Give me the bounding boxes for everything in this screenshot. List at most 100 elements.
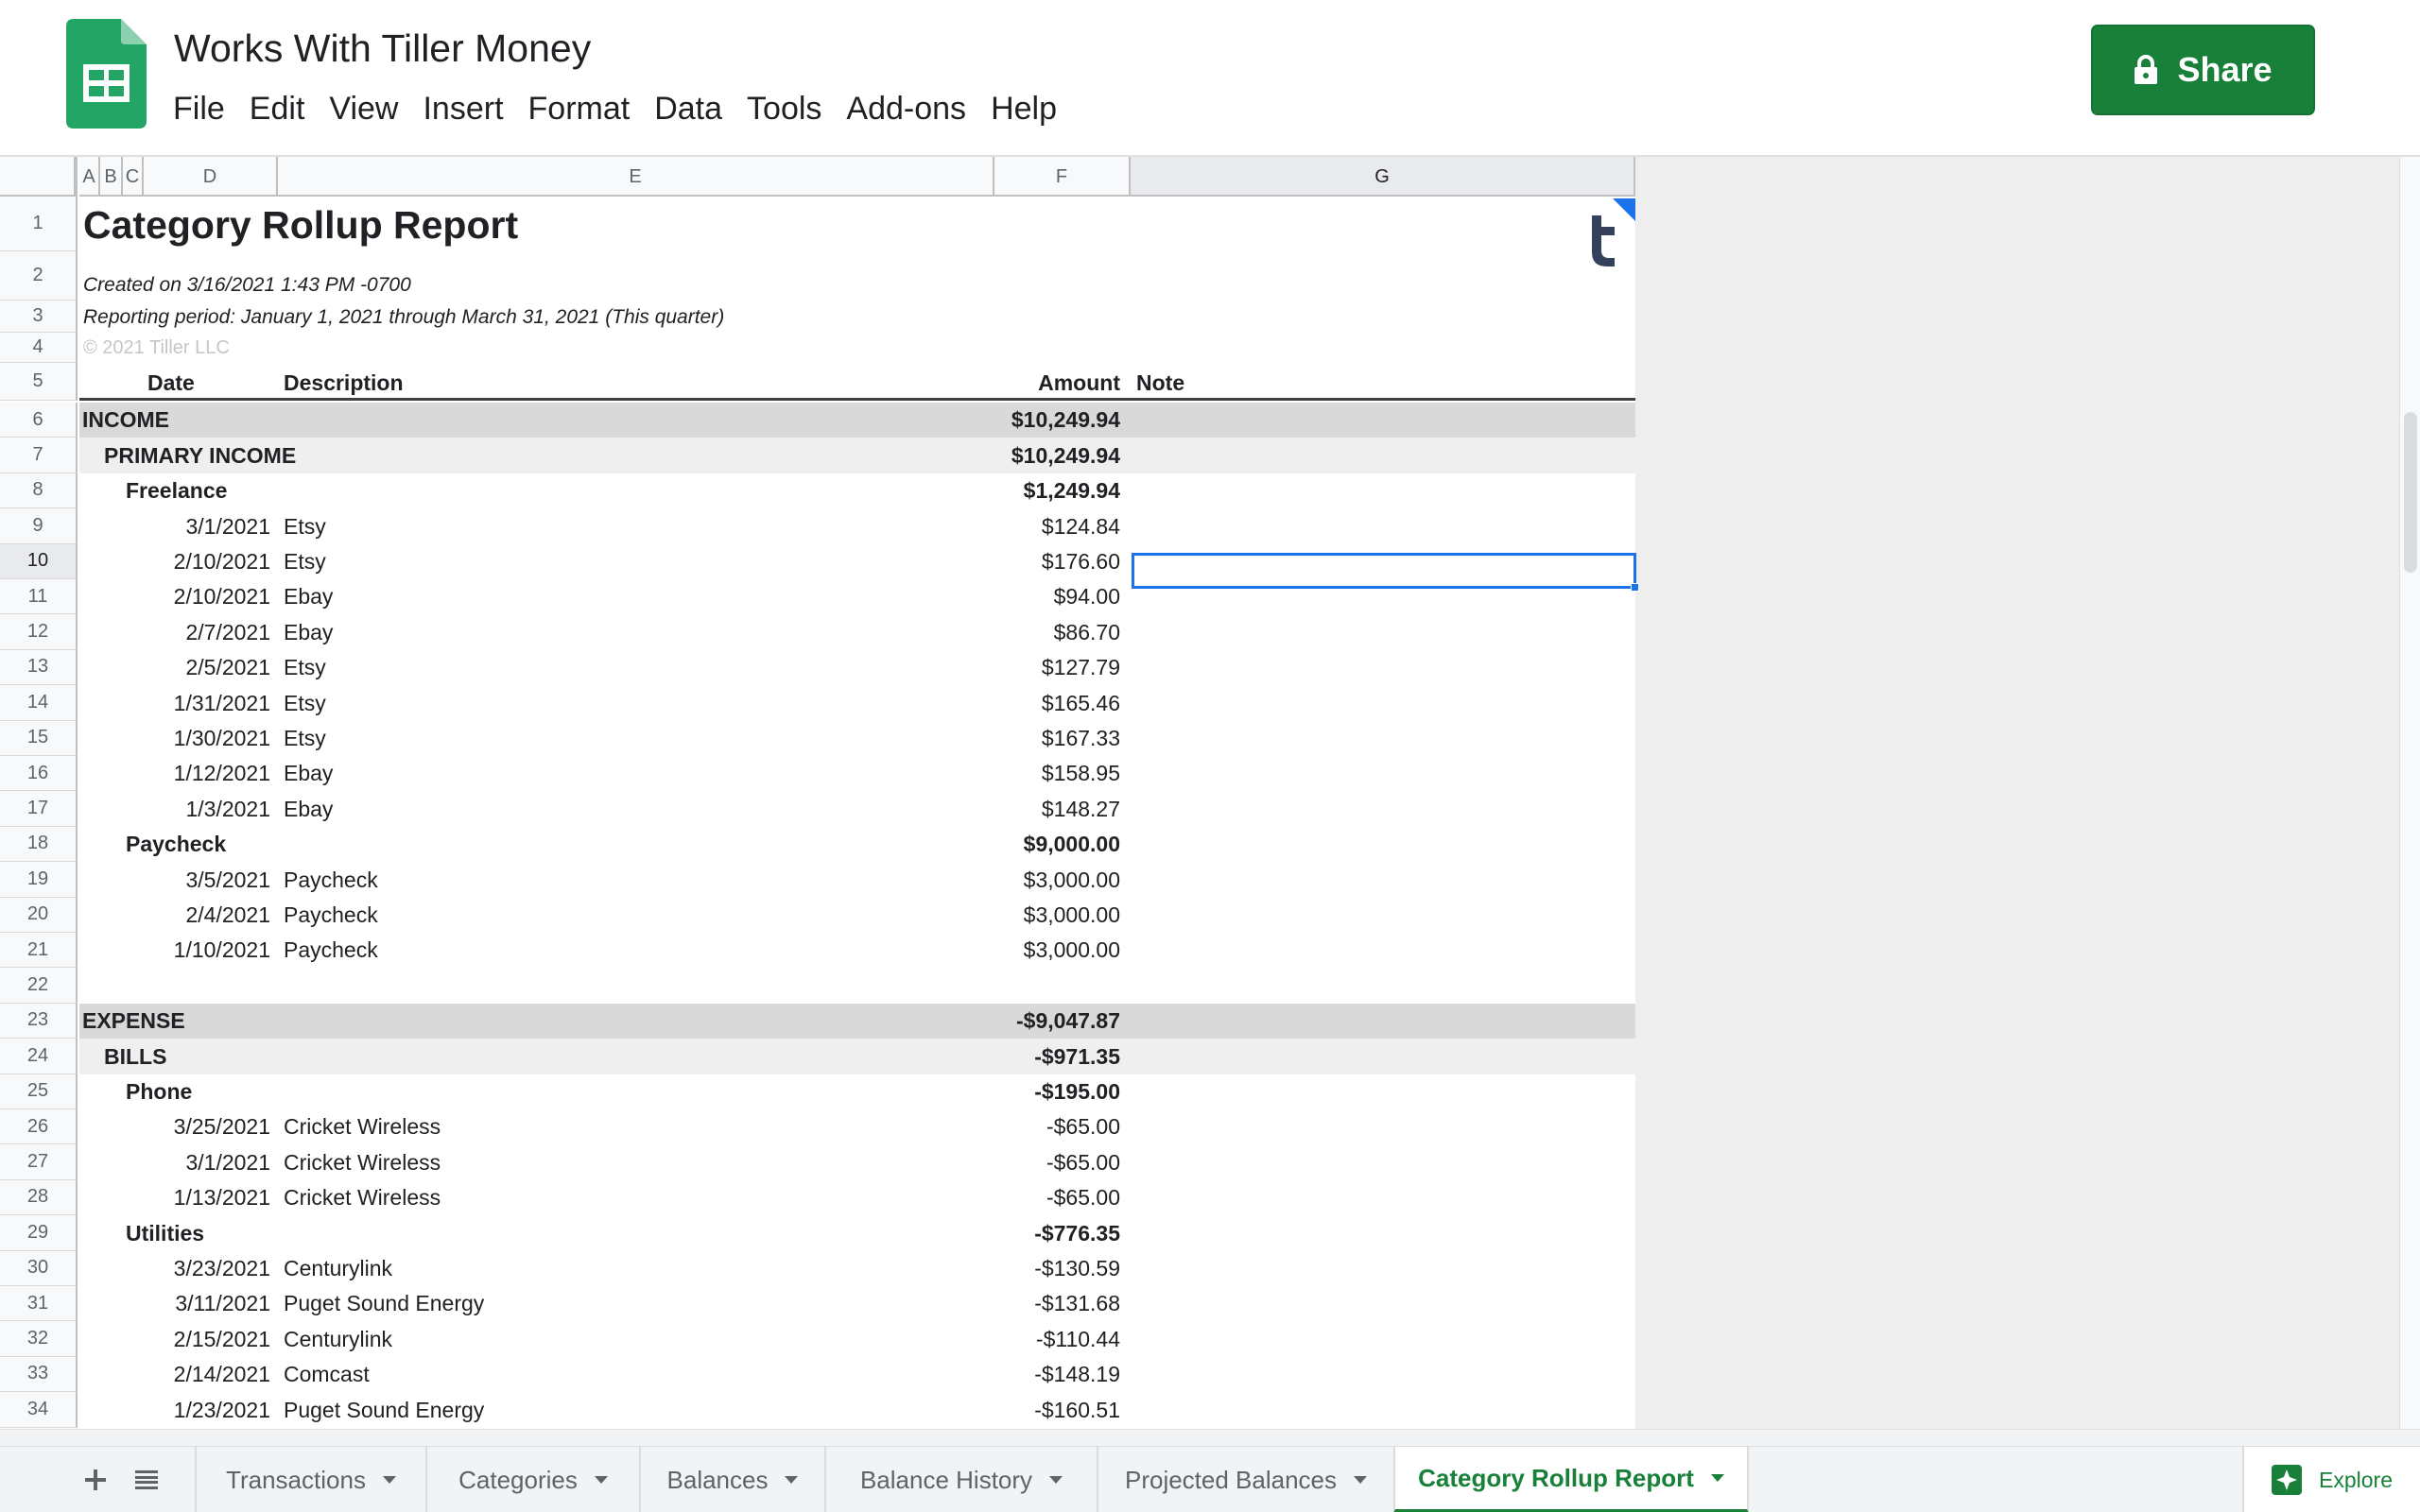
row-number[interactable]: 29 xyxy=(0,1215,78,1251)
vertical-scrollbar[interactable] xyxy=(2399,157,2420,1429)
row-cells[interactable]: 1/30/2021 Etsy $167.33 xyxy=(79,721,1635,756)
share-button[interactable]: Share xyxy=(2091,25,2315,115)
row-number[interactable]: 8 xyxy=(0,472,78,509)
menu-insert[interactable]: Insert xyxy=(410,87,515,130)
row-number[interactable]: 14 xyxy=(0,685,78,721)
row-cells[interactable]: 2/10/2021 Ebay $94.00 xyxy=(79,579,1635,614)
menu-help[interactable]: Help xyxy=(978,87,1069,130)
row-cells[interactable]: 2/5/2021 Etsy $127.79 xyxy=(79,650,1635,685)
row-cells[interactable]: EXPENSE -$9,047.87 xyxy=(79,1003,1635,1040)
row-number[interactable]: 27 xyxy=(0,1144,78,1180)
row-number[interactable]: 9 xyxy=(0,508,78,544)
row-cells[interactable]: 3/11/2021 Puget Sound Energy -$131.68 xyxy=(79,1286,1635,1321)
row-number[interactable]: 19 xyxy=(0,862,78,898)
tab-categories[interactable]: Categories xyxy=(425,1447,639,1512)
column-header-e[interactable]: E xyxy=(278,157,994,197)
vertical-scrollbar-thumb[interactable] xyxy=(2404,412,2417,573)
row-number[interactable]: 5 xyxy=(0,363,78,401)
tab-menu-caret-icon[interactable] xyxy=(594,1476,608,1484)
document-title[interactable]: Works With Tiller Money xyxy=(174,26,591,71)
row-cells[interactable]: BILLS -$971.35 xyxy=(79,1039,1635,1074)
column-header-d[interactable]: D xyxy=(144,157,278,197)
row-cells[interactable]: Reporting period: January 1, 2021 throug… xyxy=(79,301,1635,333)
row-number[interactable]: 23 xyxy=(0,1003,78,1040)
row-cells[interactable]: 2/15/2021 Centurylink -$110.44 xyxy=(79,1321,1635,1356)
row-cells[interactable]: 1/31/2021 Etsy $165.46 xyxy=(79,685,1635,720)
row-cells[interactable]: 2/10/2021 Etsy $176.60 xyxy=(79,544,1635,579)
menu-view[interactable]: View xyxy=(317,87,410,130)
column-header-g[interactable]: G xyxy=(1131,157,1635,197)
column-header-f[interactable]: F xyxy=(994,157,1131,197)
row-number[interactable]: 31 xyxy=(0,1286,78,1322)
row-cells[interactable] xyxy=(79,968,1635,1003)
row-number[interactable]: 6 xyxy=(0,403,78,438)
row-cells[interactable]: Date Description Amount Note xyxy=(79,363,1635,401)
row-cells[interactable]: © 2021 Tiller LLC xyxy=(79,333,1635,363)
row-cells[interactable]: 2/14/2021 Comcast -$148.19 xyxy=(79,1357,1635,1392)
all-sheets-button[interactable] xyxy=(125,1458,168,1502)
row-number[interactable]: 10 xyxy=(0,543,78,579)
row-number[interactable]: 30 xyxy=(0,1250,78,1286)
row-cells[interactable]: 1/3/2021 Ebay $148.27 xyxy=(79,791,1635,826)
row-cells[interactable]: 2/7/2021 Ebay $86.70 xyxy=(79,614,1635,649)
row-cells[interactable]: Paycheck $9,000.00 xyxy=(79,827,1635,862)
tab-balances[interactable]: Balances xyxy=(639,1447,824,1512)
row-number[interactable]: 11 xyxy=(0,579,78,615)
menu-tools[interactable]: Tools xyxy=(735,87,834,130)
menu-edit[interactable]: Edit xyxy=(237,87,318,130)
row-number[interactable]: 12 xyxy=(0,614,78,650)
menu-format[interactable]: Format xyxy=(516,87,643,130)
row-cells[interactable]: 3/1/2021 Etsy $124.84 xyxy=(79,508,1635,543)
row-number[interactable]: 28 xyxy=(0,1179,78,1216)
row-cells[interactable]: Category Rollup Report xyxy=(79,197,1635,251)
sheets-logo-icon[interactable] xyxy=(66,19,147,129)
row-number[interactable]: 2 xyxy=(0,251,78,301)
row-number[interactable]: 3 xyxy=(0,301,78,333)
row-number[interactable]: 16 xyxy=(0,756,78,792)
row-cells[interactable]: 3/25/2021 Cricket Wireless -$65.00 xyxy=(79,1109,1635,1144)
row-cells[interactable]: 1/12/2021 Ebay $158.95 xyxy=(79,756,1635,791)
row-cells[interactable]: PRIMARY INCOME $10,249.94 xyxy=(79,438,1635,473)
tab-menu-caret-icon[interactable] xyxy=(1354,1476,1368,1484)
row-cells[interactable]: Freelance $1,249.94 xyxy=(79,473,1635,508)
row-cells[interactable]: Utilities -$776.35 xyxy=(79,1215,1635,1250)
row-cells[interactable]: 3/1/2021 Cricket Wireless -$65.00 xyxy=(79,1144,1635,1179)
tab-transactions[interactable]: Transactions xyxy=(195,1447,425,1512)
row-cells[interactable]: 1/23/2021 Puget Sound Energy -$160.51 xyxy=(79,1392,1635,1427)
row-number[interactable]: 17 xyxy=(0,791,78,827)
row-number[interactable]: 15 xyxy=(0,720,78,756)
row-number[interactable]: 7 xyxy=(0,438,78,473)
row-cells[interactable]: Phone -$195.00 xyxy=(79,1074,1635,1109)
add-sheet-button[interactable] xyxy=(74,1458,117,1502)
row-cells[interactable]: Created on 3/16/2021 1:43 PM -0700 xyxy=(79,251,1635,301)
menu-add-ons[interactable]: Add-ons xyxy=(834,87,978,130)
tab-menu-caret-icon[interactable] xyxy=(785,1476,799,1484)
row-number[interactable]: 26 xyxy=(0,1109,78,1145)
row-number[interactable]: 20 xyxy=(0,897,78,933)
column-header-a[interactable]: A xyxy=(79,157,100,197)
row-number[interactable]: 22 xyxy=(0,968,78,1004)
menu-file[interactable]: File xyxy=(161,87,237,130)
row-number[interactable]: 33 xyxy=(0,1356,78,1393)
sheet-grid[interactable]: 1 Category Rollup Report 2 Created on 3/… xyxy=(0,197,1635,1429)
column-header-b[interactable]: B xyxy=(100,157,123,197)
row-cells[interactable]: INCOME $10,249.94 xyxy=(79,403,1635,438)
explore-button[interactable]: Explore xyxy=(2242,1447,2420,1512)
tab-menu-caret-icon[interactable] xyxy=(382,1476,396,1484)
row-number[interactable]: 34 xyxy=(0,1392,78,1428)
row-cells[interactable]: 1/10/2021 Paycheck $3,000.00 xyxy=(79,933,1635,968)
row-cells[interactable]: 1/13/2021 Cricket Wireless -$65.00 xyxy=(79,1180,1635,1215)
tab-projected-balances[interactable]: Projected Balances xyxy=(1097,1447,1393,1512)
row-number[interactable]: 32 xyxy=(0,1321,78,1357)
row-number[interactable]: 1 xyxy=(0,197,78,251)
tab-menu-caret-icon[interactable] xyxy=(1049,1476,1063,1484)
tab-balance-history[interactable]: Balance History xyxy=(824,1447,1097,1512)
row-number[interactable]: 18 xyxy=(0,826,78,863)
row-number[interactable]: 25 xyxy=(0,1074,78,1109)
tab-category-rollup-report[interactable]: Category Rollup Report xyxy=(1393,1447,1749,1512)
tab-menu-caret-icon[interactable] xyxy=(1710,1474,1724,1482)
row-number[interactable]: 24 xyxy=(0,1039,78,1074)
row-cells[interactable]: 3/23/2021 Centurylink -$130.59 xyxy=(79,1251,1635,1286)
row-cells[interactable]: 3/5/2021 Paycheck $3,000.00 xyxy=(79,862,1635,897)
menu-data[interactable]: Data xyxy=(642,87,735,130)
